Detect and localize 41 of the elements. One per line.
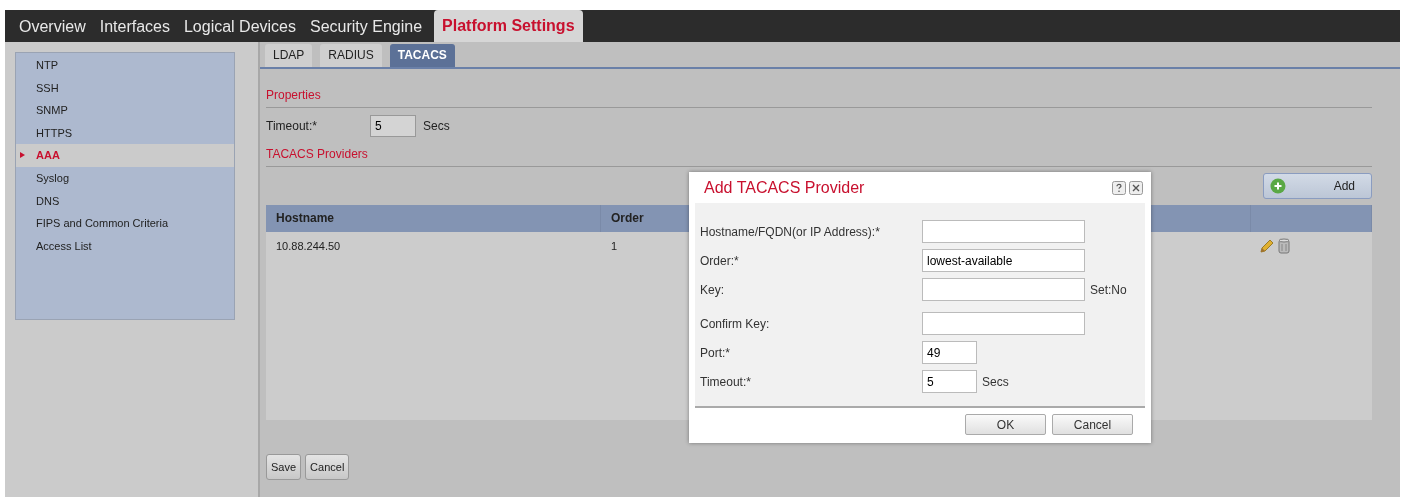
add-button[interactable]: Add (1263, 173, 1372, 199)
sidebar-item[interactable]: HTTPS (16, 121, 234, 145)
field-label: Port:* (700, 345, 731, 360)
field-label: Order:* (700, 253, 740, 268)
field-label: Timeout:* (266, 119, 318, 133)
tab[interactable]: TACACS (389, 44, 455, 67)
column-header: Hostname (266, 205, 601, 232)
section-heading: Properties (266, 87, 322, 103)
dialog-button[interactable]: Cancel (1052, 414, 1133, 435)
tab[interactable]: LDAP (265, 44, 313, 67)
suffix-label: Secs (982, 374, 1009, 389)
unit-label: Secs (423, 119, 450, 133)
input-field[interactable]: 49 (922, 341, 977, 364)
sidebar-item[interactable]: Syslog (16, 166, 234, 190)
nav-tab[interactable]: Overview (13, 12, 92, 42)
field-label: Key: (700, 282, 725, 297)
sidebar-item[interactable]: AAA (16, 144, 234, 167)
nav-tab[interactable]: Platform Settings (434, 10, 583, 42)
footer-button[interactable]: Save (266, 454, 302, 480)
suffix-label: Set:No (1090, 282, 1127, 297)
nav-tab[interactable]: Logical Devices (177, 12, 302, 42)
nav-tab[interactable]: Interfaces (93, 12, 176, 42)
table-cell-text: 10.88.244.50 (275, 239, 342, 252)
sidebar-item[interactable]: SNMP (16, 99, 234, 122)
sidebar-item[interactable]: Access List (16, 234, 234, 258)
field-label: Timeout:* (700, 374, 752, 389)
sidebar-item[interactable]: DNS (16, 189, 234, 213)
sidebar-item[interactable]: NTP (16, 54, 234, 77)
table-cell-text: 1 (610, 239, 619, 252)
sidebar-item[interactable]: FIPS and Common Criteria (16, 212, 234, 235)
sidebar-item[interactable]: SSH (16, 76, 234, 100)
input-field[interactable]: 5 (922, 370, 977, 393)
footer-button[interactable]: Cancel (305, 454, 350, 480)
timeout-field[interactable]: 5 (370, 115, 416, 137)
dialog-title: Add TACACS Provider (704, 178, 865, 197)
section-heading: TACACS Providers (266, 146, 369, 162)
input-field[interactable]: lowest-available (922, 249, 1085, 272)
nav-tab[interactable]: Security Engine (304, 12, 429, 42)
field-label: Confirm Key: (700, 316, 771, 331)
tab[interactable]: RADIUS (320, 44, 382, 67)
dialog-button[interactable]: OK (965, 414, 1046, 435)
